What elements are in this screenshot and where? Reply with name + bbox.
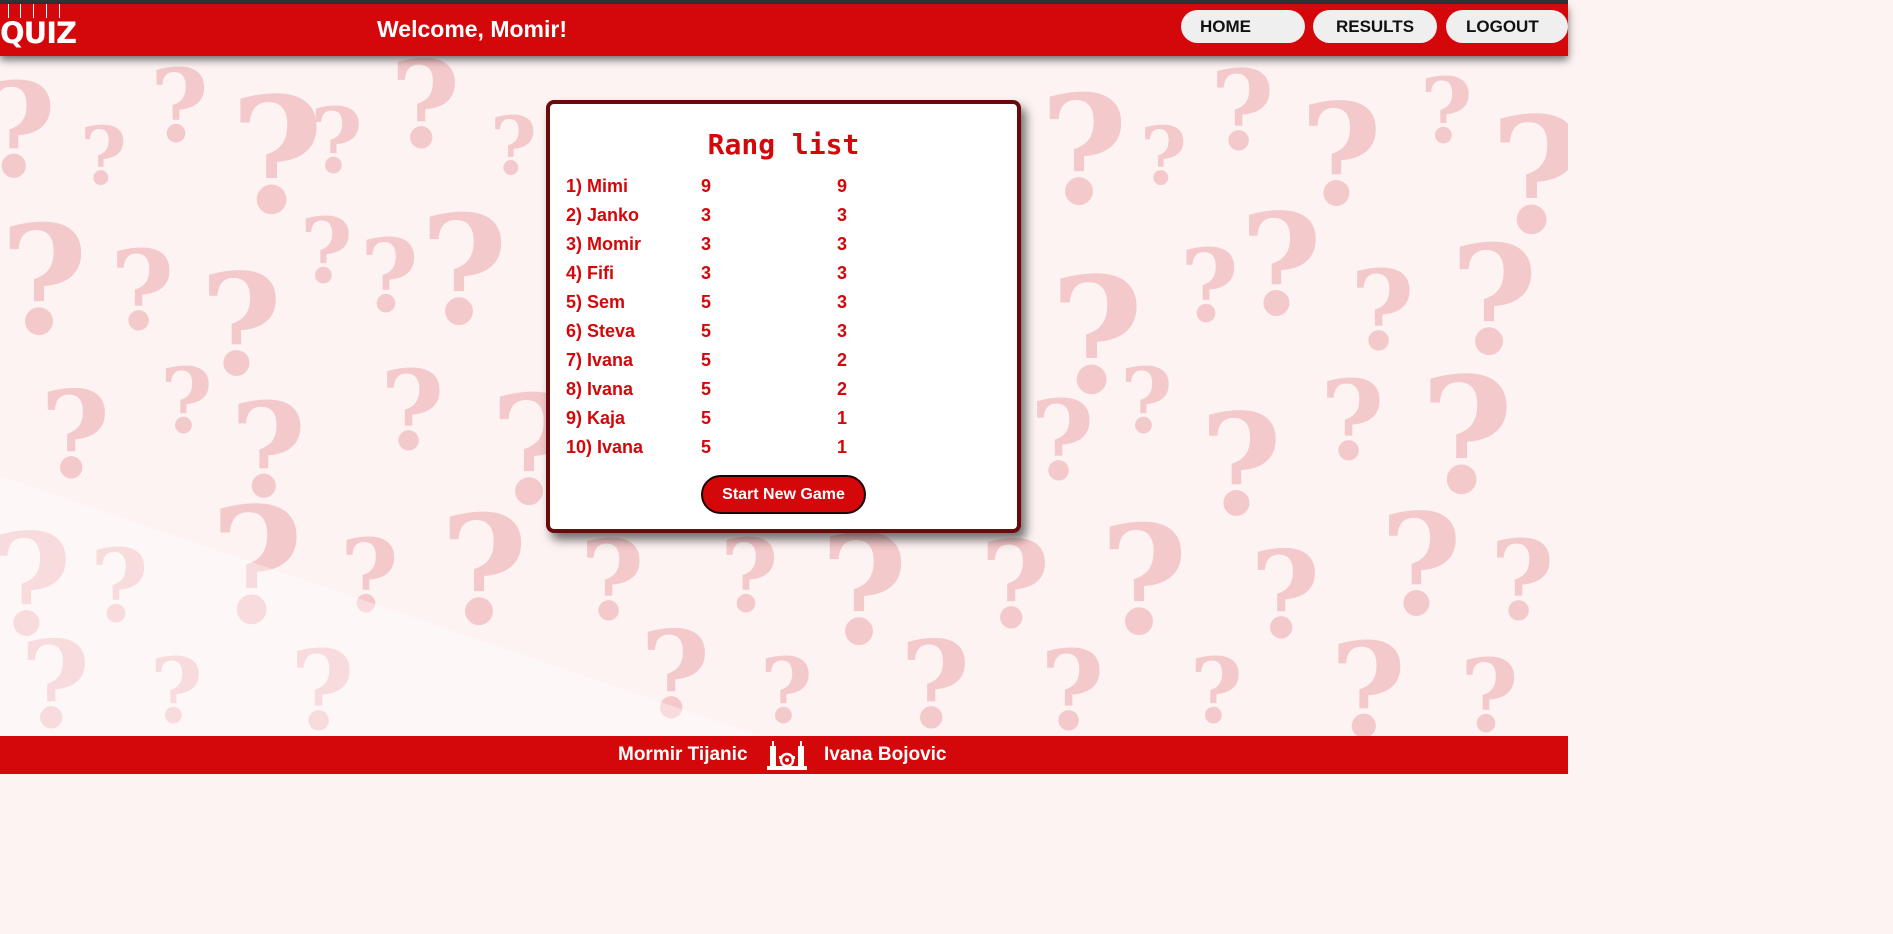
player-score-a: 5 [701, 408, 712, 428]
player-score-a: 3 [701, 205, 712, 225]
player-score-a: 9 [701, 176, 712, 196]
footer: Mormir Tijanic Ivana Bojovic [0, 736, 1568, 774]
player-name: 5) Sem [566, 292, 626, 312]
author-name-1: Mormir Tijanic [618, 744, 748, 765]
player-score-b: 1 [837, 408, 848, 428]
player-name: 10) Ivana [566, 437, 644, 457]
player-score-b: 3 [837, 263, 848, 283]
home-button[interactable]: HOME [1181, 10, 1305, 43]
player-score-b: 2 [837, 350, 848, 370]
player-score-b: 2 [837, 379, 848, 399]
player-name: 2) Janko [566, 205, 640, 225]
player-score-b: 3 [837, 205, 848, 225]
player-score-b: 3 [837, 292, 848, 312]
player-name: 3) Momir [566, 234, 642, 254]
player-score-a: 5 [701, 350, 712, 370]
player-score-a: 3 [701, 263, 712, 283]
start-new-game-button[interactable]: Start New Game [701, 475, 866, 514]
player-name: 8) Ivana [566, 379, 634, 399]
player-name: 7) Ivana [566, 350, 634, 370]
player-score-a: 5 [701, 292, 712, 312]
welcome-message: Welcome, Momir! [377, 16, 567, 42]
player-score-b: 1 [837, 437, 848, 457]
player-score-a: 3 [701, 234, 712, 254]
logo-text: QUIZ [0, 16, 77, 50]
player-score-b: 3 [837, 234, 848, 254]
top-navigation-bar: QUIZ Welcome, Momir! HOME RESULTS LOGOUT [0, 4, 1568, 56]
rank-list-card: Rang list 1) Mimi 9 9 2) Janko 3 3 3) Mo… [546, 100, 1021, 533]
player-name: 9) Kaja [566, 408, 626, 428]
results-button[interactable]: RESULTS [1313, 10, 1437, 43]
quiz-logo[interactable]: QUIZ [0, 4, 78, 56]
rank-list-title: Rang list [707, 128, 860, 161]
player-name: 1) Mimi [566, 176, 629, 196]
player-score-b: 3 [837, 321, 848, 341]
player-name: 4) Fifi [566, 263, 614, 283]
author-name-2: Ivana Bojovic [824, 744, 947, 765]
player-score-a: 5 [701, 379, 712, 399]
gears-icon [767, 741, 807, 770]
player-score-a: 5 [701, 321, 712, 341]
player-name: 6) Steva [566, 321, 636, 341]
player-score-a: 5 [701, 437, 712, 457]
player-score-b: 9 [837, 176, 848, 196]
logout-button[interactable]: LOGOUT [1446, 10, 1568, 43]
